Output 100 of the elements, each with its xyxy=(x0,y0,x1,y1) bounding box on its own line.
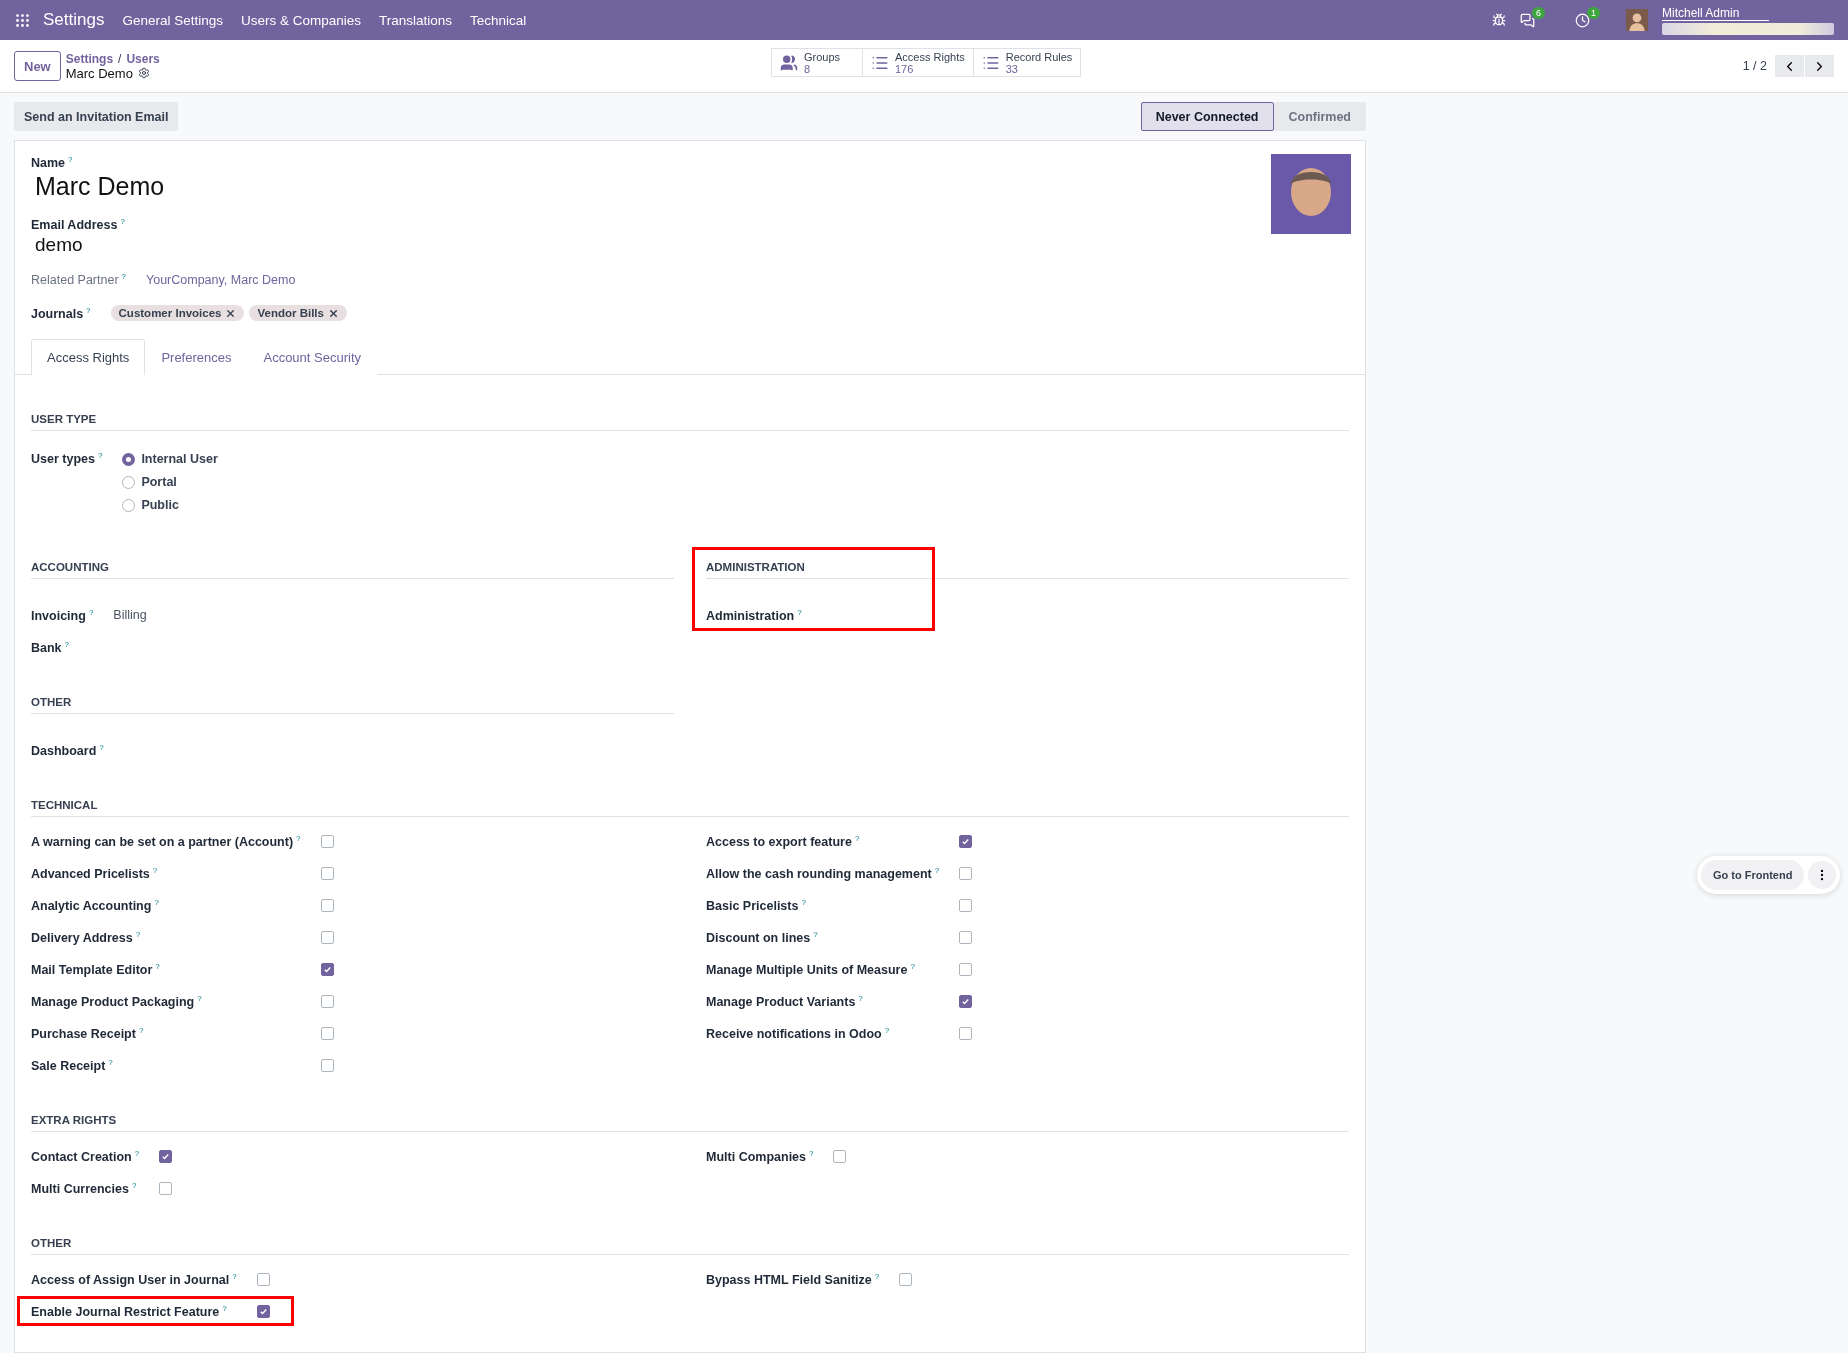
field-label: Access to export feature $^{?}$ xyxy=(706,833,861,850)
checkbox[interactable] xyxy=(320,834,334,848)
help-marker[interactable]: ? xyxy=(154,897,159,907)
remove-icon[interactable] xyxy=(327,307,339,319)
help-marker[interactable]: ? xyxy=(88,607,94,617)
status-step[interactable]: Never Connected xyxy=(1140,102,1274,131)
checkbox[interactable] xyxy=(320,994,334,1008)
help-marker[interactable]: ? xyxy=(135,929,141,939)
previous-button[interactable] xyxy=(1775,55,1804,77)
help-marker[interactable]: ? xyxy=(131,1180,137,1190)
field-label: A warning can be set on a partner (Account) $^{?}$ xyxy=(31,833,301,850)
help-marker[interactable]: ? xyxy=(97,451,103,461)
checkbox[interactable] xyxy=(256,1304,270,1318)
help-marker[interactable]: ? xyxy=(232,1271,237,1281)
help-marker[interactable]: ? xyxy=(155,961,160,971)
help-marker[interactable]: ? xyxy=(99,742,104,752)
chat-icon[interactable] xyxy=(1520,12,1535,28)
help-marker[interactable]: ? xyxy=(121,272,126,282)
checkbox[interactable] xyxy=(959,834,973,848)
breadcrumb-link[interactable]: Users xyxy=(126,51,160,66)
checkbox[interactable] xyxy=(256,1272,270,1286)
help-marker[interactable]: ? xyxy=(858,993,863,1003)
checkbox[interactable] xyxy=(959,930,973,944)
checkbox[interactable] xyxy=(959,866,973,880)
settings-icon[interactable] xyxy=(137,67,150,79)
checkbox[interactable] xyxy=(320,1026,334,1040)
help-marker[interactable]: ? xyxy=(68,155,73,164)
checkbox[interactable] xyxy=(959,962,973,976)
field-label: Contact Creation $^{?}$ xyxy=(31,1148,140,1165)
help-marker[interactable]: ? xyxy=(934,865,940,875)
section-title: ADMINISTRATION xyxy=(706,561,1349,580)
help-marker[interactable]: ? xyxy=(296,833,301,843)
field-label: Receive notifications in Odoo $^{?}$ xyxy=(706,1025,891,1042)
help-marker[interactable]: ? xyxy=(910,961,915,971)
checkbox[interactable] xyxy=(899,1272,913,1286)
help-marker[interactable]: ? xyxy=(884,1025,890,1035)
field-label: Analytic Accounting $^{?}$ xyxy=(31,897,160,914)
more-button[interactable] xyxy=(1808,861,1837,889)
field-value[interactable]: Billing xyxy=(113,608,147,623)
checkbox[interactable] xyxy=(959,1026,973,1040)
help-marker[interactable]: ? xyxy=(874,1271,880,1281)
checkbox[interactable] xyxy=(320,1058,334,1072)
tab[interactable]: Access Rights xyxy=(31,339,146,376)
help-marker[interactable]: ? xyxy=(222,1303,227,1313)
status-step[interactable]: Confirmed xyxy=(1273,102,1366,131)
radio-button[interactable] xyxy=(122,498,136,512)
checkbox[interactable] xyxy=(320,962,334,976)
help-marker[interactable]: ? xyxy=(120,217,125,227)
menu-item[interactable]: General Settings xyxy=(122,12,223,28)
radio-option[interactable]: Public xyxy=(122,498,218,513)
debug-icon[interactable] xyxy=(1492,13,1506,27)
new-button[interactable]: New xyxy=(14,51,61,81)
app-name[interactable]: Settings xyxy=(43,10,105,30)
menu-item[interactable]: Users & Companies xyxy=(241,12,362,28)
field-label: Allow the cash rounding management $^{?}$ xyxy=(706,865,940,882)
help-marker[interactable]: ? xyxy=(813,929,818,939)
help-marker[interactable]: ? xyxy=(86,305,91,315)
smart-button[interactable]: Record Rules 33 xyxy=(973,48,1082,77)
help-marker[interactable]: ? xyxy=(134,1148,140,1158)
checkbox[interactable] xyxy=(320,866,334,880)
radio-button[interactable] xyxy=(122,475,136,489)
check-icon xyxy=(258,1306,268,1316)
menu-item[interactable]: Technical xyxy=(470,12,527,28)
field-label: Multi Currencies $^{?}$ xyxy=(31,1180,138,1197)
help-marker[interactable]: ? xyxy=(197,993,202,1003)
clock-icon[interactable] xyxy=(1575,12,1590,28)
remove-icon[interactable] xyxy=(225,307,237,319)
checkbox[interactable] xyxy=(320,898,334,912)
checkbox[interactable] xyxy=(959,898,973,912)
apps-menu-icon[interactable] xyxy=(14,11,31,29)
help-marker[interactable]: ? xyxy=(138,1025,144,1035)
radio-option[interactable]: Portal xyxy=(122,475,218,490)
frontend-button[interactable]: Go to Frontend xyxy=(1701,860,1805,890)
name-field[interactable]: Marc Demo xyxy=(35,172,165,202)
help-marker[interactable]: ? xyxy=(797,607,802,617)
checkbox[interactable] xyxy=(320,930,334,944)
next-button[interactable] xyxy=(1805,55,1834,77)
breadcrumb-link[interactable]: Settings xyxy=(65,51,114,66)
invitation-button[interactable]: Send an Invitation Email xyxy=(14,102,179,131)
smart-button[interactable]: Groups 8 xyxy=(771,48,863,77)
menu-item[interactable]: Translations xyxy=(379,12,453,28)
checkbox[interactable] xyxy=(159,1149,173,1163)
email-field[interactable]: demo xyxy=(35,234,83,257)
smart-button[interactable]: Access Rights 176 xyxy=(863,48,974,77)
help-marker[interactable]: ? xyxy=(854,833,860,843)
help-marker[interactable]: ? xyxy=(801,897,806,907)
help-marker[interactable]: ? xyxy=(152,865,158,875)
user-name[interactable]: Mitchell Admin xyxy=(1662,5,1770,21)
help-marker[interactable]: ? xyxy=(108,1057,113,1067)
section-title: EXTRA RIGHTS xyxy=(31,1114,1349,1133)
checkbox[interactable] xyxy=(959,994,973,1008)
pager-value[interactable]: 1 / 2 xyxy=(1742,59,1767,73)
field-label: Manage Product Variants $^{?}$ xyxy=(706,993,864,1010)
checkbox[interactable] xyxy=(833,1149,847,1163)
partner-link[interactable]: YourCompany, Marc Demo xyxy=(146,272,296,287)
help-marker[interactable]: ? xyxy=(64,639,70,649)
checkbox[interactable] xyxy=(159,1181,173,1195)
radio-button[interactable] xyxy=(122,452,136,466)
radio-option[interactable]: Internal User xyxy=(122,452,218,467)
help-marker[interactable]: ? xyxy=(809,1148,814,1158)
